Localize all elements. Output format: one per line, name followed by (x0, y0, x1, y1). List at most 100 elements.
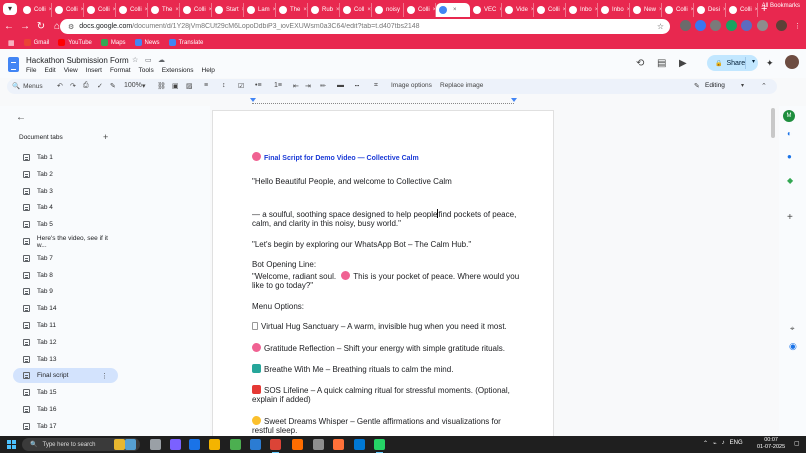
meet-icon[interactable]: ▶ (679, 58, 687, 69)
browser-tab[interactable]: Colli × (404, 3, 436, 17)
browser-tab[interactable]: Colli × (534, 3, 566, 17)
close-outline-icon[interactable]: ← (16, 112, 26, 123)
star-icon[interactable]: ☆ (132, 56, 138, 64)
redo-icon[interactable]: ↷ (70, 82, 76, 90)
bookmark-item[interactable]: YouTube (58, 39, 92, 46)
menu-option[interactable]: explain if added) (252, 395, 311, 404)
browser-tab[interactable]: The × (148, 3, 180, 17)
menu-option[interactable]: SOS Lifeline – A quick calming ritual fo… (252, 385, 510, 395)
undo-icon[interactable]: ↶ (57, 82, 63, 90)
share-button[interactable]: 🔒 Share ▾ (707, 55, 758, 71)
comments-icon[interactable]: ▤ (657, 58, 666, 69)
decrease-indent-icon[interactable]: ⇤ (293, 82, 299, 90)
menu-option[interactable]: Virtual Hug Sanctuary – A warm, invisibl… (252, 322, 507, 331)
widgets-icon[interactable] (114, 439, 125, 450)
sidebar-tab-item[interactable]: Tab 1 (13, 150, 118, 165)
explore-icon[interactable]: ⌖ (790, 324, 795, 334)
sidebar-tab-item[interactable]: Tab 11 (13, 318, 118, 333)
browser-tab[interactable]: Coll × (340, 3, 372, 17)
checklist-icon[interactable]: ☑ (238, 82, 244, 90)
menu-view[interactable]: View (64, 67, 78, 74)
move-folder-icon[interactable]: ▭ (145, 56, 152, 64)
extension-icon[interactable] (695, 20, 706, 31)
right-indent-marker[interactable] (511, 98, 517, 102)
browser-tab[interactable]: Desi× (694, 3, 726, 17)
print-icon[interactable]: ⎙ (83, 82, 89, 90)
increase-indent-icon[interactable]: ⇥ (305, 82, 311, 90)
store-icon[interactable] (230, 439, 241, 450)
menu-tools[interactable]: Tools (139, 67, 154, 74)
doc-paragraph[interactable]: calm, and clarity in this noisy, busy wo… (252, 219, 401, 228)
sidebar-tab-item[interactable]: Tab 17 (13, 419, 118, 434)
browser-tab[interactable]: Rub × (308, 3, 340, 17)
browser-tab[interactable]: Colli × (726, 3, 758, 17)
outlook-icon[interactable] (250, 439, 261, 450)
sidebar-tab-item[interactable]: Tab 7 (13, 251, 118, 266)
meet-app-icon[interactable]: M (783, 110, 795, 122)
sidebar-tab-item[interactable]: Tab 14 (13, 301, 118, 316)
chevron-down-icon[interactable]: ▾ (142, 82, 146, 90)
chevron-down-icon[interactable]: ▾ (752, 58, 755, 65)
windows-start-icon[interactable] (7, 440, 16, 449)
menu-insert[interactable]: Insert (86, 67, 102, 74)
edge-icon[interactable] (189, 439, 200, 450)
reload-icon[interactable]: ↻ (34, 20, 48, 34)
bookmark-item[interactable]: Gmail (23, 39, 49, 46)
document-title[interactable]: Hackathon Submission Form (26, 56, 129, 65)
taskbar-clock[interactable]: 00:07 01-07-2025 (757, 437, 785, 451)
menu-help[interactable]: Help (202, 67, 215, 74)
browser-tab[interactable]: Colli × (52, 3, 84, 17)
cloud-status-icon[interactable]: ☁ (158, 56, 165, 64)
extension-icon[interactable] (680, 20, 691, 31)
menu-extensions[interactable]: Extensions (162, 67, 194, 74)
more-options-icon[interactable]: ⋮ (101, 372, 108, 380)
bulleted-list-icon[interactable]: •≡ (255, 82, 262, 89)
chevron-up-icon[interactable]: ⌃ (703, 440, 708, 447)
doc-heading[interactable]: Final Script for Demo Video — Collective… (252, 152, 419, 162)
weather-icon[interactable] (125, 439, 136, 450)
app-icon[interactable] (313, 439, 324, 450)
gemini-icon[interactable]: ✦ (766, 58, 774, 69)
sidebar-tab-item[interactable]: Tab 12 (13, 335, 118, 350)
spellcheck-icon[interactable]: ✓ (97, 82, 103, 90)
menu-format[interactable]: Format (110, 67, 131, 74)
sidebar-tab-item[interactable]: Tab 16 (13, 402, 118, 417)
menu-option[interactable]: restful sleep. (252, 426, 297, 435)
replace-image-button[interactable]: Replace image (440, 82, 483, 89)
browser-tab[interactable]: Inbo × (566, 3, 598, 17)
bookmark-item[interactable]: Maps (100, 39, 126, 46)
forward-icon[interactable]: → (18, 20, 32, 34)
align-icon[interactable]: ≡ (204, 82, 208, 89)
browser-tab[interactable]: The × (276, 3, 308, 17)
browser-tab[interactable]: Colli × (662, 3, 694, 17)
paint-format-icon[interactable]: ✎ (110, 82, 116, 90)
extension-icon[interactable] (726, 20, 737, 31)
maps-icon[interactable]: ◆ (787, 176, 793, 185)
task-view-icon[interactable] (150, 439, 161, 450)
browser-tab[interactable]: New× (630, 3, 662, 17)
sidebar-tab-item[interactable]: Final script ⋮ (13, 368, 118, 384)
browser-tab[interactable]: VEC× (470, 3, 502, 17)
browser-tab[interactable]: Colli × (20, 3, 52, 17)
version-history-icon[interactable]: ⟲ (636, 58, 644, 69)
close-tab-icon[interactable]: × (367, 7, 371, 13)
image-options-button[interactable]: Image options (391, 82, 432, 89)
calendar-icon[interactable]: ◐ (787, 129, 792, 138)
doc-paragraph[interactable]: "Welcome, radiant soul. This is your poc… (252, 271, 519, 281)
browser-tab[interactable]: Colli × (116, 3, 148, 17)
border-weight-icon[interactable]: ▬ (337, 82, 344, 89)
sidebar-tab-item[interactable]: Tab 9 (13, 284, 118, 299)
sidebar-tab-item[interactable]: Here's the video, see if it w... (13, 234, 118, 249)
link-icon[interactable]: ⛓ (157, 82, 166, 90)
chevron-down-icon[interactable]: ▾ (741, 82, 744, 89)
collapse-menus-icon[interactable]: ⌃ (761, 82, 767, 90)
sidebar-tab-item[interactable]: Tab 3 (13, 184, 118, 199)
menu-file[interactable]: File (26, 67, 36, 74)
docs-logo-icon[interactable] (8, 57, 19, 72)
comment-add-icon[interactable]: ▣ (172, 82, 179, 90)
chrome-menu-icon[interactable]: ⋮ (792, 20, 803, 31)
doc-paragraph[interactable]: "Hello Beautiful People, and welcome to … (252, 177, 452, 186)
editing-mode-select[interactable]: Editing (705, 82, 725, 89)
close-tab-icon[interactable]: × (336, 7, 339, 13)
all-bookmarks[interactable]: All Bookmarks (762, 3, 800, 9)
